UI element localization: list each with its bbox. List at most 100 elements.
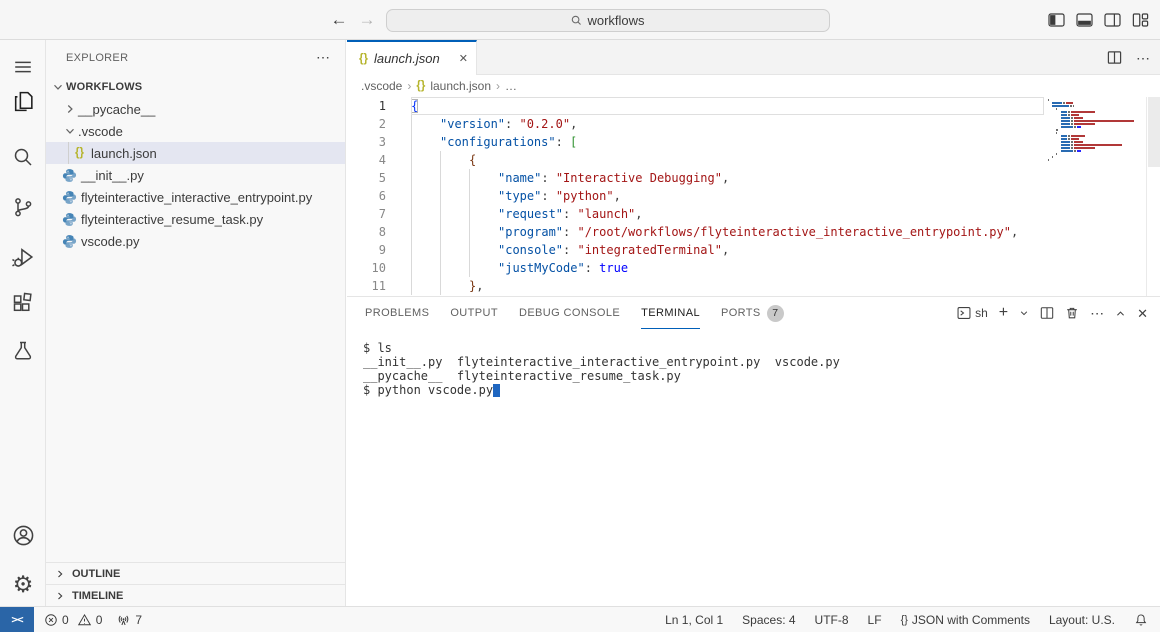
panel-tab-ports[interactable]: PORTS7 [721,297,784,329]
python-file-icon [61,211,78,227]
new-terminal-icon[interactable]: + [999,305,1008,321]
maximize-panel-chevron-up-icon[interactable] [1115,308,1126,319]
minimap[interactable] [1048,99,1146,162]
tree-item-flyteinteractive-resume-task-py[interactable]: flyteinteractive_resume_task.py [46,208,345,230]
line-number: 9 [347,241,397,259]
status-item-layout-u-s-[interactable]: Layout: U.S. [1049,613,1115,627]
indent-guide [411,277,440,295]
tab-launch-json[interactable]: {} launch.json ✕ [347,40,477,75]
remote-indicator[interactable]: >< [0,607,34,632]
ports-status[interactable]: 7 [116,612,142,627]
run-and-debug-icon[interactable] [0,242,46,272]
error-icon [44,613,58,627]
indent-guide [440,223,469,241]
status-item-lf[interactable]: LF [868,613,882,627]
tree-item-flyteinteractive-interactive-entrypoint-py[interactable]: flyteinteractive_interactive_entrypoint.… [46,186,345,208]
code-token: : [585,261,599,275]
line-number: 3 [347,133,397,151]
extensions-icon[interactable] [0,288,46,318]
terminal-output[interactable]: $ ls__init__.py flyteinteractive_interac… [363,341,1150,600]
chevron-right-icon [54,590,66,602]
tree-item-label: __pycache__ [78,102,155,117]
outline-section-header[interactable]: OUTLINE [46,562,345,584]
breadcrumb-item[interactable]: launch.json [430,79,491,93]
minimap-line [1052,156,1146,158]
tree-item-vscode-py[interactable]: vscode.py [46,230,345,252]
panel-tab-label: PROBLEMS [365,307,429,319]
chevron-down-icon[interactable] [50,79,66,95]
split-editor-icon[interactable] [1107,50,1122,65]
status-item-spaces-4[interactable]: Spaces: 4 [742,613,795,627]
terminal-line: $ ls [363,341,1150,355]
forward-button[interactable]: → [356,10,378,30]
address-search-field[interactable]: workflows [386,9,830,32]
chevron-down-icon[interactable] [62,123,78,139]
line-number: 8 [347,223,397,241]
status-bar: >< 0 0 7 Ln 1, Col 1 Spaces: 4 UTF-8 LF {}JS… [0,606,1160,632]
sidebar-more-actions-icon[interactable]: ⋯ [316,49,331,66]
toggle-secondary-sidebar-icon[interactable] [1103,11,1122,29]
minimap-line [1061,123,1146,125]
line-number: 10 [347,259,397,277]
panel-tab-debug-console[interactable]: DEBUG CONSOLE [519,297,620,329]
editor-scrollbar[interactable] [1146,97,1160,296]
chevron-right-icon[interactable] [62,101,78,117]
minimap-line [1048,159,1146,161]
source-control-icon[interactable] [0,192,46,222]
tree-item--pycache-[interactable]: __pycache__ [46,98,345,120]
toggle-panel-icon[interactable] [1075,11,1094,29]
status-item-utf-8[interactable]: UTF-8 [815,613,849,627]
customize-layout-icon[interactable] [1131,11,1150,29]
panel-toolbar: sh + ⋯ ✕ [957,297,1148,329]
indent-guide [411,151,440,169]
panel-tab-problems[interactable]: PROBLEMS [365,297,429,329]
code-editor[interactable]: 1234567891011 {"version": "0.2.0","confi… [347,97,1160,296]
scrollbar-slider[interactable] [1148,97,1160,167]
minimap-line [1061,135,1146,137]
code-token: : [505,117,519,131]
code-token: [ [570,135,577,149]
code-line-8: "program": "/root/workflows/flyteinterac… [411,223,1044,241]
tree-section-workflows[interactable]: WORKFLOWS [46,76,345,98]
tab-bar: {} launch.json ✕ ⋯ [347,40,1160,75]
code-token: "0.2.0" [519,117,570,131]
panel-tab-output[interactable]: OUTPUT [450,297,498,329]
testing-icon[interactable] [0,336,46,366]
back-button[interactable]: ← [328,10,350,30]
tree-item--vscode[interactable]: .vscode [46,120,345,142]
notifications-bell-icon[interactable] [1134,613,1148,627]
split-terminal-icon[interactable] [1040,306,1054,320]
timeline-section-header[interactable]: TIMELINE [46,584,345,606]
code-token: { [411,99,418,113]
indent-guide [440,277,469,295]
panel-tab-terminal[interactable]: TERMINAL [641,297,700,329]
kill-terminal-trash-icon[interactable] [1065,306,1079,320]
breadcrumb-item[interactable]: … [505,79,517,93]
tree-item-launch-json[interactable]: {}launch.json [46,142,345,164]
search-icon[interactable] [0,142,46,172]
code-token: "request" [498,207,563,221]
terminal-shell-chip[interactable]: sh [957,306,988,320]
breadcrumb-item[interactable]: .vscode [361,79,402,93]
browser-titlebar: ← → workflows [0,0,1160,40]
toggle-primary-sidebar-icon[interactable] [1047,11,1066,29]
editor-more-actions-icon[interactable]: ⋯ [1136,51,1150,65]
close-panel-icon[interactable]: ✕ [1137,307,1148,320]
warning-icon [77,613,92,627]
status-item-ln-1-col-1[interactable]: Ln 1, Col 1 [665,613,723,627]
problems-status[interactable]: 0 0 [44,613,102,627]
indent-guide [411,205,440,223]
code-token: : [563,243,577,257]
breadcrumb[interactable]: .vscode›{}launch.json›… [347,75,1160,97]
terminal-dropdown-chevron-icon[interactable] [1019,308,1029,318]
status-item-json-with-comments[interactable]: {}JSON with Comments [901,613,1030,627]
account-icon[interactable] [0,520,46,550]
menu-icon[interactable] [0,52,46,82]
line-number: 5 [347,169,397,187]
panel-more-actions-icon[interactable]: ⋯ [1090,306,1104,320]
tab-close-icon[interactable]: ✕ [459,52,468,65]
tree-item--init-py[interactable]: __init__.py [46,164,345,186]
settings-gear-icon[interactable]: ⚙ [0,570,46,600]
explorer-icon[interactable] [0,86,46,116]
indent-guide [411,133,440,151]
